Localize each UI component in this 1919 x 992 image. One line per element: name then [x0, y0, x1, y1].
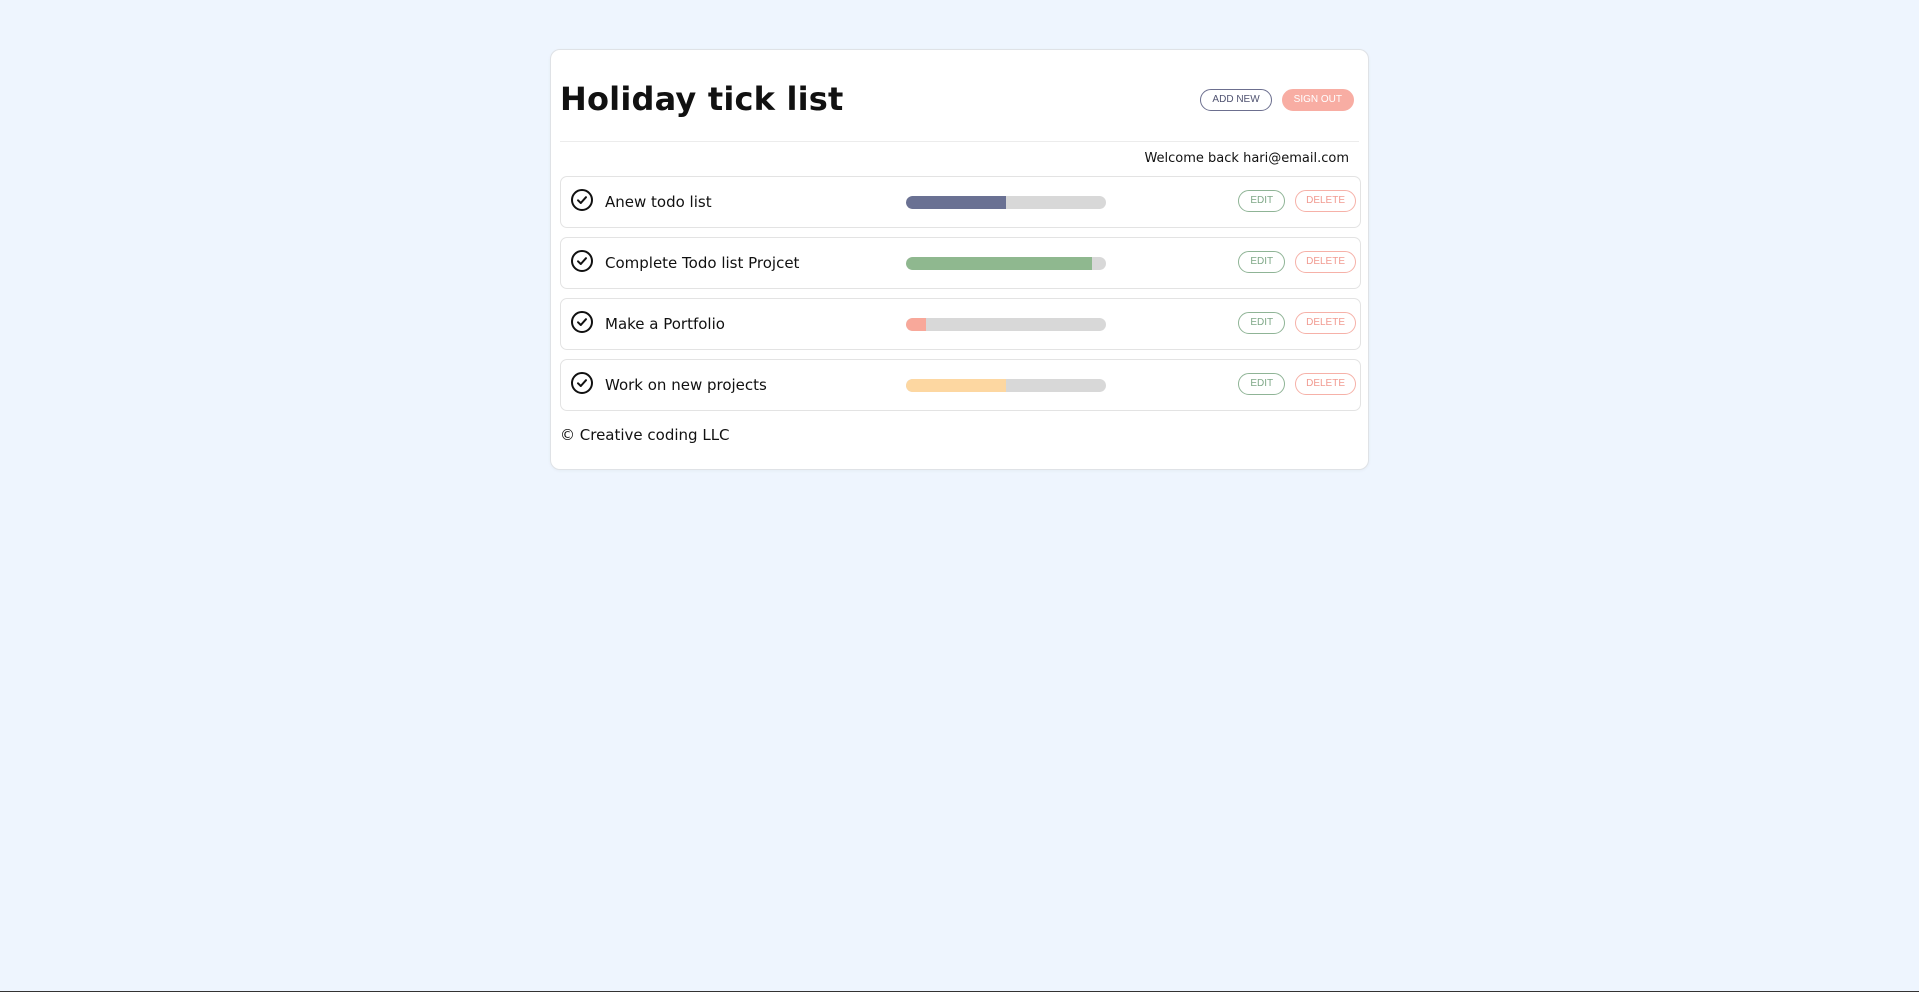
- check-circle-icon[interactable]: [571, 250, 593, 272]
- item-label: Work on new projects: [605, 376, 767, 394]
- row-actions: EDIT DELETE: [1238, 312, 1356, 334]
- delete-button[interactable]: DELETE: [1295, 312, 1356, 334]
- header-actions: ADD NEW SIGN OUT: [1200, 89, 1354, 111]
- progress-bar: [906, 318, 1106, 331]
- item-label: Make a Portfolio: [605, 315, 725, 333]
- progress-fill: [906, 379, 1006, 392]
- item-label: Anew todo list: [605, 193, 712, 211]
- list-item: Complete Todo list Projcet EDIT DELETE: [560, 237, 1361, 289]
- delete-button[interactable]: DELETE: [1295, 251, 1356, 273]
- add-new-button[interactable]: ADD NEW: [1200, 89, 1272, 111]
- todo-card: Holiday tick list ADD NEW SIGN OUT Welco…: [550, 49, 1369, 470]
- row-actions: EDIT DELETE: [1238, 190, 1356, 212]
- footer-text: © Creative coding LLC: [560, 426, 730, 444]
- edit-button[interactable]: EDIT: [1238, 312, 1286, 334]
- progress-bar: [906, 196, 1106, 209]
- progress-bar: [906, 379, 1106, 392]
- progress-fill: [906, 257, 1092, 270]
- check-circle-icon[interactable]: [571, 189, 593, 211]
- edit-button[interactable]: EDIT: [1238, 190, 1286, 212]
- progress-bar: [906, 257, 1106, 270]
- footer: © Creative coding LLC: [560, 426, 730, 444]
- item-label: Complete Todo list Projcet: [605, 254, 800, 272]
- progress-fill: [906, 318, 926, 331]
- progress-fill: [906, 196, 1006, 209]
- sign-out-button[interactable]: SIGN OUT: [1281, 89, 1354, 111]
- delete-button[interactable]: DELETE: [1295, 190, 1356, 212]
- delete-button[interactable]: DELETE: [1295, 373, 1356, 395]
- edit-button[interactable]: EDIT: [1238, 373, 1286, 395]
- row-actions: EDIT DELETE: [1238, 373, 1356, 395]
- list-item: Make a Portfolio EDIT DELETE: [560, 298, 1361, 350]
- check-circle-icon[interactable]: [571, 311, 593, 333]
- check-circle-icon[interactable]: [571, 372, 593, 394]
- edit-button[interactable]: EDIT: [1238, 251, 1286, 273]
- header-divider: [560, 141, 1359, 142]
- row-actions: EDIT DELETE: [1238, 251, 1356, 273]
- list-item: Work on new projects EDIT DELETE: [560, 359, 1361, 411]
- todo-list: Anew todo list EDIT DELETE Complete Todo…: [560, 176, 1361, 420]
- page-title: Holiday tick list: [560, 80, 844, 118]
- welcome-message: Welcome back hari@email.com: [1144, 151, 1349, 166]
- list-item: Anew todo list EDIT DELETE: [560, 176, 1361, 228]
